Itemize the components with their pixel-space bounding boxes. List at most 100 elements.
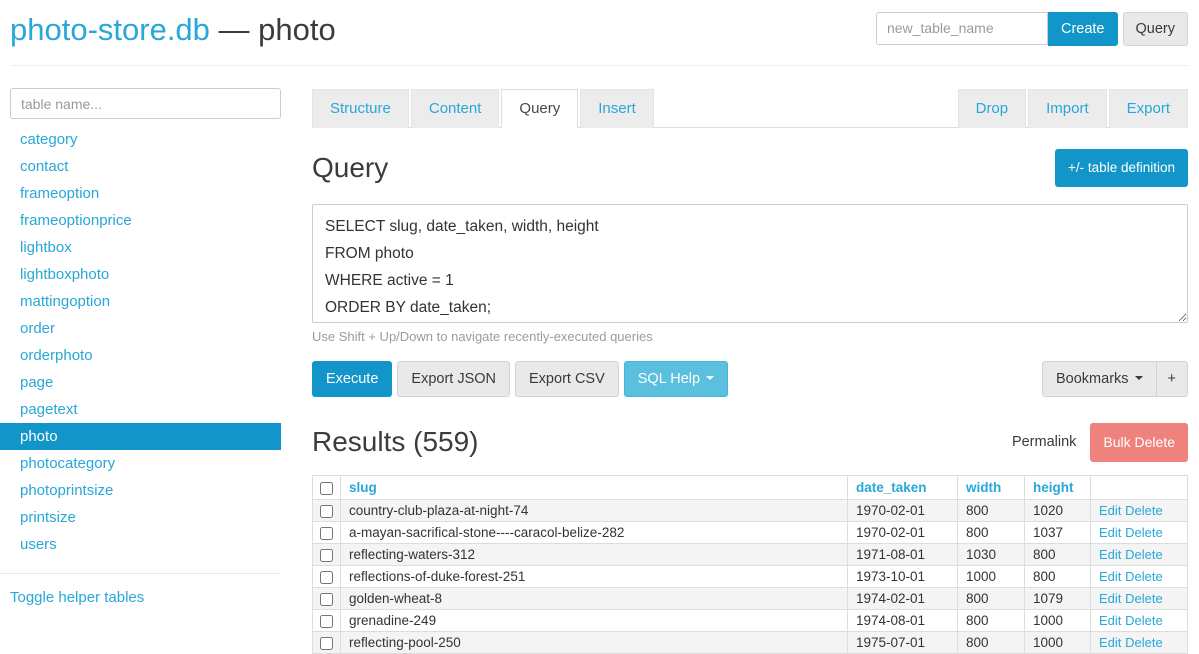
row-checkbox[interactable] <box>320 614 333 628</box>
sidebar-item-mattingoption[interactable]: mattingoption <box>0 288 281 315</box>
sidebar-item-lightboxphoto[interactable]: lightboxphoto <box>0 261 281 288</box>
table-row: reflections-of-duke-forest-251 1973-10-01… <box>312 564 1188 588</box>
results-heading: Results (559) <box>312 426 479 458</box>
top-header: photo-store.db — photo Create Query <box>10 10 1188 48</box>
tab-insert[interactable]: Insert <box>580 89 654 128</box>
results-header-row: slug date_taken width height <box>312 474 1188 500</box>
edit-link[interactable]: Edit <box>1099 525 1121 540</box>
sql-help-dropdown-button[interactable]: SQL Help <box>623 360 729 398</box>
tab-import[interactable]: Import <box>1028 89 1107 128</box>
cell-width: 800 <box>957 520 1025 544</box>
bookmarks-group: Bookmarks + <box>1042 360 1188 398</box>
export-csv-button[interactable]: Export CSV <box>515 360 619 398</box>
title-dash: — <box>218 12 250 47</box>
row-checkbox[interactable] <box>320 526 333 540</box>
sidebar-item-printsize[interactable]: printsize <box>0 504 281 531</box>
row-checkbox[interactable] <box>320 548 333 562</box>
sidebar-item-page[interactable]: page <box>0 369 281 396</box>
column-header-width[interactable]: width <box>957 474 1025 500</box>
execute-button[interactable]: Execute <box>312 360 393 398</box>
cell-slug: grenadine-249 <box>340 608 848 632</box>
delete-link[interactable]: Delete <box>1125 525 1163 540</box>
tab-content[interactable]: Content <box>410 89 500 128</box>
permalink-link[interactable]: Permalink <box>1012 434 1076 450</box>
edit-link[interactable]: Edit <box>1099 635 1121 650</box>
toggle-helper-tables-link[interactable]: Toggle helper tables <box>10 589 144 606</box>
select-all-checkbox[interactable] <box>320 481 333 495</box>
tab-query[interactable]: Query <box>501 89 579 128</box>
sidebar-item-category[interactable]: category <box>0 126 281 153</box>
sql-editor[interactable]: SELECT slug, date_taken, width, height F… <box>312 203 1188 323</box>
edit-link[interactable]: Edit <box>1099 613 1121 628</box>
db-name-link[interactable]: photo-store.db <box>10 12 210 47</box>
column-header-date-taken[interactable]: date_taken <box>847 474 958 500</box>
column-header-slug[interactable]: slug <box>340 474 848 500</box>
title-table-name: photo <box>258 12 336 47</box>
cell-slug: reflecting-pool-250 <box>340 630 848 654</box>
table-row: country-club-plaza-at-night-74 1970-02-01… <box>312 498 1188 522</box>
table-row: golden-wheat-8 1974-02-01 800 1079 Edit Dele… <box>312 586 1188 610</box>
page-title: photo-store.db — photo <box>10 12 336 48</box>
tab-export[interactable]: Export <box>1108 89 1188 128</box>
delete-link[interactable]: Delete <box>1125 503 1163 518</box>
tab-row: Structure Content Query Insert Drop Import Ex… <box>312 88 1188 128</box>
sidebar-item-contact[interactable]: contact <box>0 153 281 180</box>
tab-drop[interactable]: Drop <box>957 89 1027 128</box>
tab-group-left: Structure Content Query Insert <box>312 88 656 128</box>
delete-link[interactable]: Delete <box>1125 547 1163 562</box>
add-bookmark-button[interactable]: + <box>1155 360 1188 398</box>
cell-width: 800 <box>957 498 1025 522</box>
cell-height: 1037 <box>1024 520 1091 544</box>
export-json-button[interactable]: Export JSON <box>397 360 511 398</box>
edit-link[interactable]: Edit <box>1099 503 1121 518</box>
sidebar-item-photocategory[interactable]: photocategory <box>0 450 281 477</box>
cell-slug: golden-wheat-8 <box>340 586 848 610</box>
cell-height: 1020 <box>1024 498 1091 522</box>
table-row: reflecting-pool-250 1975-07-01 800 1000 Edit… <box>312 630 1188 654</box>
table-filter-input[interactable] <box>10 88 281 119</box>
delete-link[interactable]: Delete <box>1125 591 1163 606</box>
header-divider <box>10 65 1188 66</box>
edit-link[interactable]: Edit <box>1099 547 1121 562</box>
cell-width: 800 <box>957 586 1025 610</box>
sidebar: categorycontactframeoptionframeoptionpri… <box>0 88 281 654</box>
delete-link[interactable]: Delete <box>1125 613 1163 628</box>
delete-link[interactable]: Delete <box>1125 569 1163 584</box>
global-query-button[interactable]: Query <box>1122 11 1188 47</box>
results-tbody: country-club-plaza-at-night-74 1970-02-01… <box>312 498 1188 654</box>
row-checkbox[interactable] <box>320 592 333 606</box>
create-table-button[interactable]: Create <box>1047 11 1118 47</box>
cell-date-taken: 1970-02-01 <box>847 498 958 522</box>
cell-slug: reflecting-waters-312 <box>340 542 848 566</box>
query-heading: Query <box>312 151 389 183</box>
sidebar-item-orderphoto[interactable]: orderphoto <box>0 342 281 369</box>
main-content: Structure Content Query Insert Drop Import Ex… <box>312 88 1188 654</box>
sidebar-item-photoprintsize[interactable]: photoprintsize <box>0 477 281 504</box>
query-section-head: Query +/- table definition <box>312 149 1188 187</box>
sidebar-item-lightbox[interactable]: lightbox <box>0 234 281 261</box>
column-header-height[interactable]: height <box>1024 474 1091 500</box>
cell-date-taken: 1974-08-01 <box>847 608 958 632</box>
cell-height: 1000 <box>1024 608 1091 632</box>
cell-width: 1030 <box>957 542 1025 566</box>
row-checkbox[interactable] <box>320 570 333 584</box>
row-checkbox[interactable] <box>320 504 333 518</box>
sidebar-item-photo[interactable]: photo <box>0 423 281 450</box>
delete-link[interactable]: Delete <box>1125 635 1163 650</box>
caret-down-icon <box>1134 375 1143 380</box>
top-controls: Create Query <box>875 11 1188 47</box>
edit-link[interactable]: Edit <box>1099 591 1121 606</box>
new-table-input[interactable] <box>875 11 1048 45</box>
row-checkbox[interactable] <box>320 636 333 650</box>
tab-structure[interactable]: Structure <box>312 89 409 128</box>
sidebar-item-users[interactable]: users <box>0 531 281 558</box>
edit-link[interactable]: Edit <box>1099 569 1121 584</box>
bulk-delete-button[interactable]: Bulk Delete <box>1090 423 1188 462</box>
caret-down-icon <box>706 375 715 380</box>
sidebar-item-order[interactable]: order <box>0 315 281 342</box>
sidebar-item-pagetext[interactable]: pagetext <box>0 396 281 423</box>
table-definition-toggle-button[interactable]: +/- table definition <box>1055 149 1188 187</box>
sidebar-item-frameoption[interactable]: frameoption <box>0 180 281 207</box>
sidebar-item-frameoptionprice[interactable]: frameoptionprice <box>0 207 281 234</box>
bookmarks-dropdown-button[interactable]: Bookmarks <box>1042 360 1157 398</box>
